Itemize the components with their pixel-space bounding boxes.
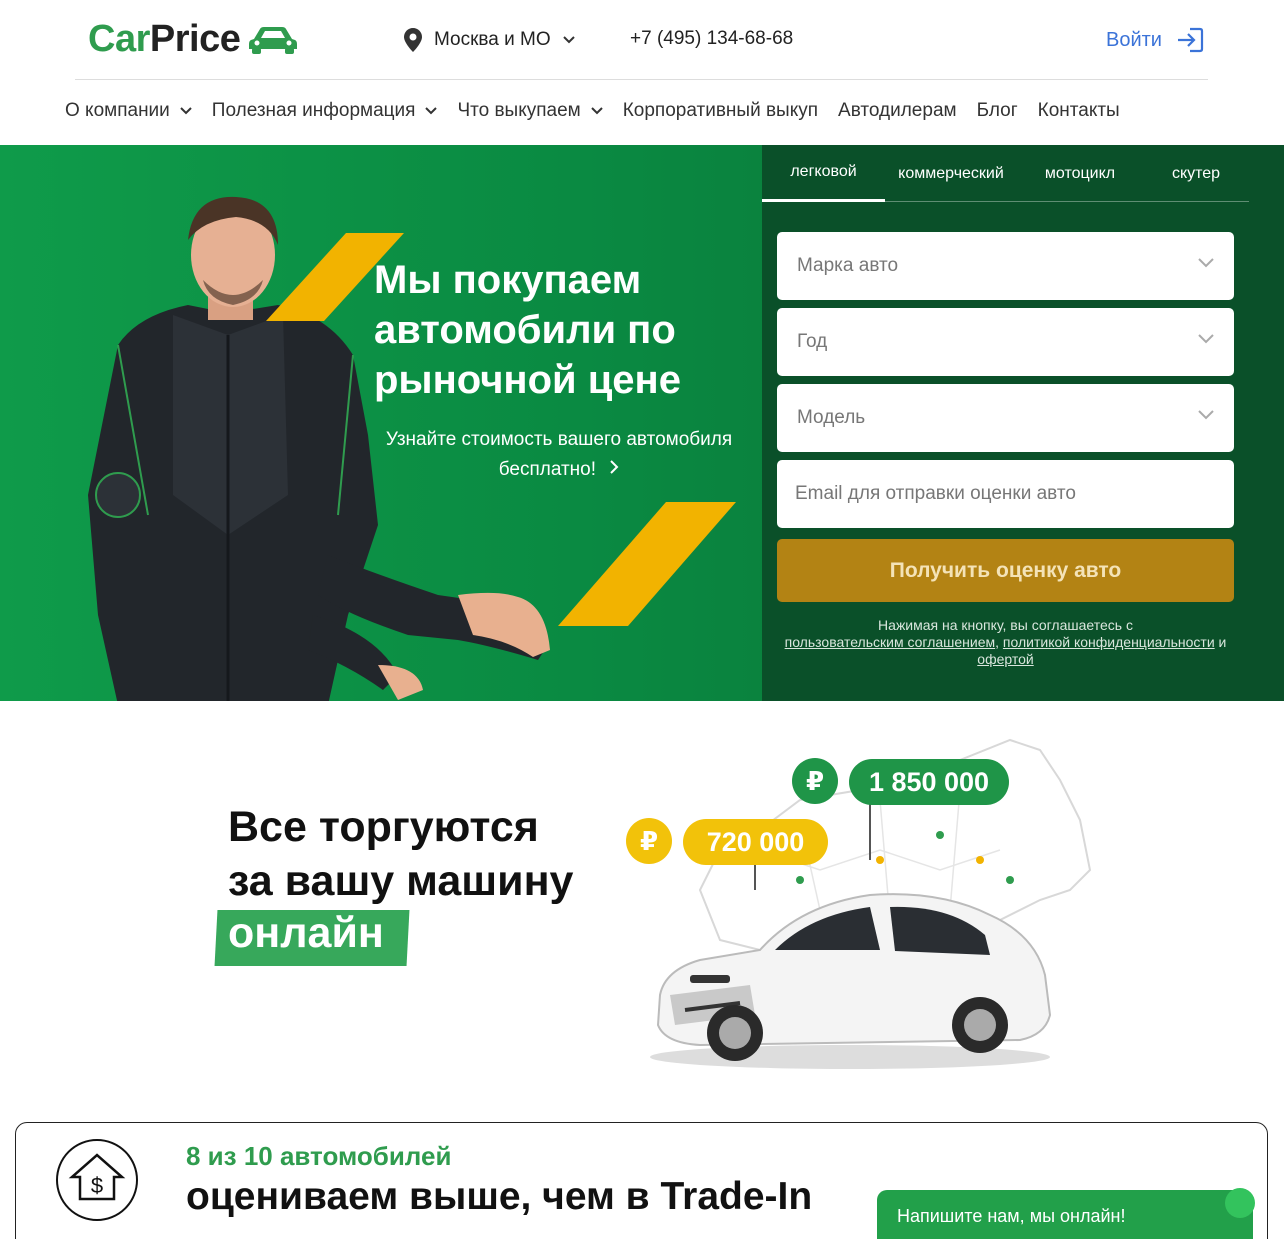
offer-link[interactable]: офертой [977,651,1033,667]
yellow-stripe-bottom [558,502,736,626]
nav-item-label: Что выкупаем [457,100,581,121]
chat-label: Напишите нам, мы онлайн! [897,1206,1126,1226]
auction-illustration: ₽ 1 850 000 ₽ 720 000 [620,730,1100,1080]
chevron-right-icon [609,455,619,485]
chevron-down-icon [591,107,603,115]
nav-item-label: Блог [976,100,1018,121]
tab-car[interactable]: легковой [762,145,885,202]
login-icon [1177,27,1204,53]
year-select[interactable]: Год [777,308,1234,376]
nav-item-dealers[interactable]: Автодилерам [838,100,957,122]
nav-item-label: Автодилерам [838,100,957,121]
chevron-down-icon [1198,258,1214,268]
login-button[interactable]: Войти [1106,27,1204,53]
price-low: 720 000 [683,819,828,865]
tab-motorcycle[interactable]: мотоцикл [1017,145,1143,202]
auction-highlight: онлайн [228,909,384,957]
model-select[interactable]: Модель [777,384,1234,452]
nav-item-what-we-buy[interactable]: Что выкупаем [457,100,603,122]
car-icon [249,27,298,54]
car-image [650,893,1052,1069]
model-placeholder: Модель [797,407,866,428]
year-placeholder: Год [797,331,828,352]
region-selector[interactable]: Москва и МО [404,28,575,52]
user-agreement-link[interactable]: пользовательским соглашением [785,634,996,650]
vehicle-type-tabs: легковой коммерческий мотоцикл скутер [762,145,1249,202]
chevron-down-icon [425,107,438,115]
nav-item-about[interactable]: О компании [65,100,192,122]
agree-separator: , [995,634,1000,650]
auction-line1: Все торгуются [228,803,539,851]
hero-subtitle-text: Узнайте стоимость вашего автомобиля бесп… [385,429,733,480]
chevron-down-icon [1198,334,1214,344]
nav-item-contacts[interactable]: Контакты [1038,100,1120,122]
ruble-icon: ₽ [792,758,838,804]
agree-and: и [1218,634,1227,650]
email-placeholder: Email для отправки оценки авто [795,483,1076,504]
header: CarPrice Москва и МО +7 (495) 134-68-68 … [0,0,1284,80]
header-divider [75,79,1208,80]
email-field[interactable]: Email для отправки оценки авто [777,460,1234,528]
region-label: Москва и МО [434,29,551,50]
nav-item-label: Полезная информация [211,100,416,121]
logo[interactable]: CarPrice [88,20,298,58]
auction-line2: за вашу машину [228,857,574,905]
hero-title: Мы покупаем автомобили по рыночной цене [374,258,681,402]
auction-heading: Все торгуются за вашу машину [228,800,573,908]
make-select[interactable]: Марка авто [777,232,1234,300]
price-high: 1 850 000 [849,759,1009,805]
chevron-down-icon [180,107,192,115]
chevron-down-icon [562,36,575,44]
nav-item-corporate[interactable]: Корпоративный выкуп [623,100,818,122]
main-nav: О компании Полезная информация Что выкуп… [65,100,1120,122]
chevron-down-icon [1198,410,1214,420]
evaluation-form: легковой коммерческий мотоцикл скутер Ма… [762,145,1284,701]
logo-text: CarPrice [88,18,241,60]
make-placeholder: Марка авто [797,255,899,276]
chat-widget-button[interactable]: Напишите нам, мы онлайн! [877,1188,1255,1239]
tab-scooter[interactable]: скутер [1143,145,1249,202]
nav-item-useful-info[interactable]: Полезная информация [212,100,438,122]
tab-commercial[interactable]: коммерческий [885,145,1017,202]
privacy-policy-link[interactable]: политикой конфиденциальности [1003,634,1215,650]
ruble-icon: ₽ [626,818,672,864]
get-estimate-button[interactable]: Получить оценку авто [777,539,1234,602]
nav-item-label: Контакты [1037,100,1120,121]
nav-item-label: Корпоративный выкуп [622,100,819,121]
hero-banner: Мы покупаем автомобили по рыночной цене … [0,145,1284,701]
card-subheading: 8 из 10 автомобилей [186,1141,452,1171]
card-heading: оцениваем выше, чем в Trade-In [186,1175,813,1218]
house-dollar-icon: $ [56,1139,138,1221]
agree-prefix: Нажимая на кнопку, вы соглашаетесь с [878,617,1133,633]
phone-link[interactable]: +7 (495) 134-68-68 [630,28,793,50]
nav-item-label: О компании [65,100,170,121]
location-pin-icon [404,28,422,52]
logo-part1: Car [88,18,150,60]
nav-item-blog[interactable]: Блог [977,100,1018,122]
login-label: Войти [1106,28,1162,51]
agreement-text: Нажимая на кнопку, вы соглашаетесь с пол… [777,617,1234,668]
logo-part2: Price [149,18,241,60]
hero-subtitle[interactable]: Узнайте стоимость вашего автомобиля бесп… [364,425,754,485]
chat-bubble-icon [1225,1188,1255,1218]
svg-text:$: $ [91,1173,103,1198]
